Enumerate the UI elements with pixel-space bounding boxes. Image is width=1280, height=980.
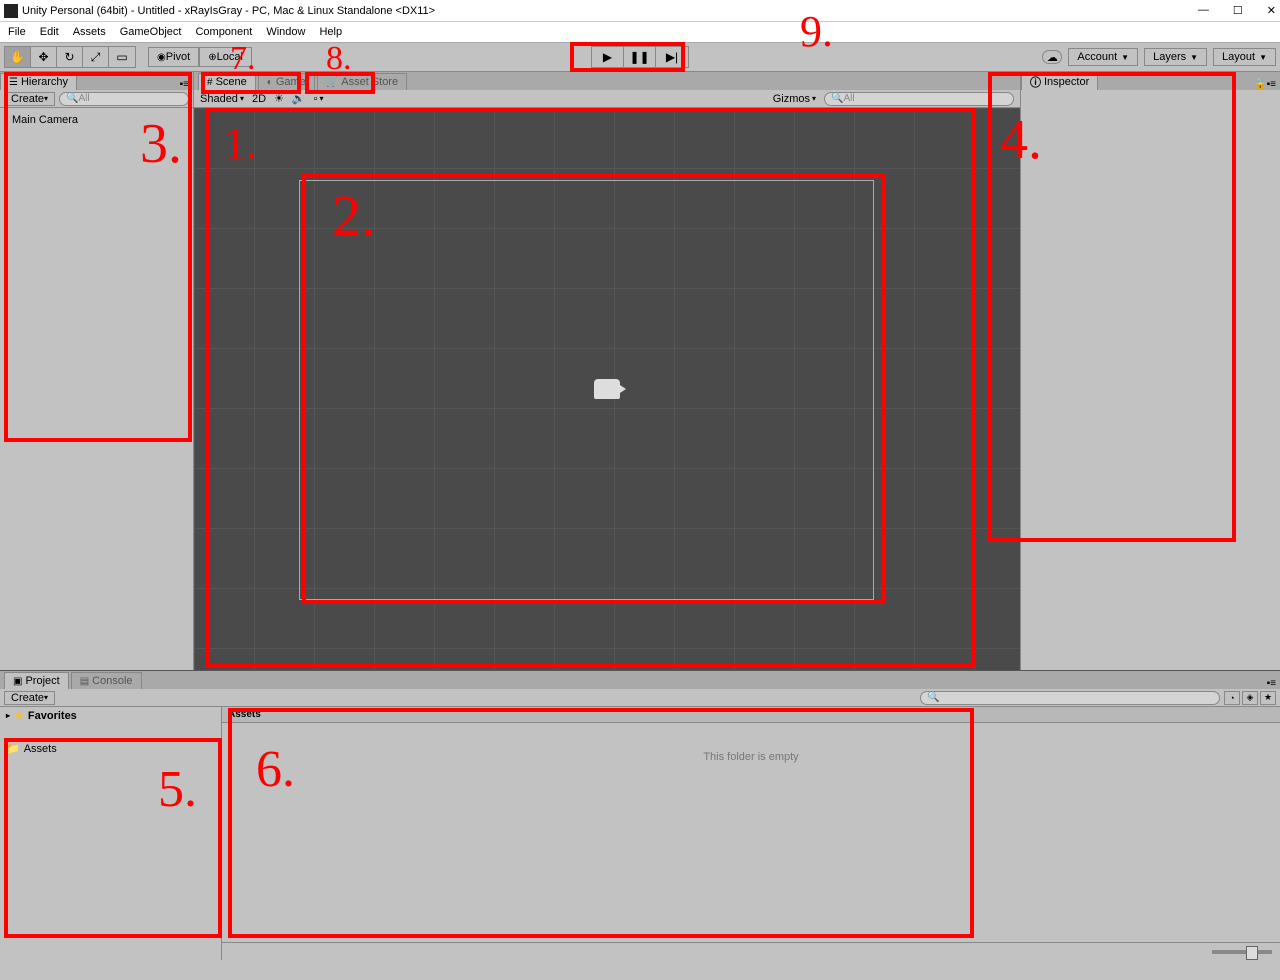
gizmos-dropdown[interactable]: Gizmos ▾	[773, 93, 816, 105]
maximize-button[interactable]: ☐	[1233, 4, 1243, 17]
project-tree: ▸★ Favorites 📁 Assets	[0, 707, 222, 960]
inspector-options-icon[interactable]: 🔒▪≡	[1250, 79, 1280, 90]
cloud-icon[interactable]: ☁	[1042, 50, 1062, 64]
hand-tool[interactable]: ✋	[5, 47, 31, 67]
unity-logo-icon	[4, 4, 18, 18]
game-tab[interactable]: ◐ Game	[258, 73, 315, 90]
scene-tab[interactable]: # Scene	[198, 73, 256, 90]
menu-gameobject[interactable]: GameObject	[120, 26, 182, 38]
inspector-tab[interactable]: ⓘ Inspector	[1021, 73, 1098, 90]
pivot-toggle[interactable]: ◉ Pivot	[148, 47, 199, 67]
camera-gizmo-icon[interactable]	[594, 379, 620, 399]
search-label-icon[interactable]: ◈	[1242, 691, 1258, 705]
hierarchy-options-icon[interactable]: ▪≡	[176, 79, 193, 90]
project-footer	[222, 942, 1280, 960]
step-button[interactable]: ▶|	[656, 47, 688, 67]
project-search-input[interactable]: 🔍	[920, 691, 1220, 705]
pause-button[interactable]: ❚❚	[624, 47, 656, 67]
hierarchy-list: Main Camera	[0, 108, 193, 670]
fx-toggle-icon[interactable]: ▫ ▾	[314, 93, 324, 105]
audio-toggle-icon[interactable]: 🔊	[292, 92, 306, 105]
layers-dropdown[interactable]: Layers ▼	[1144, 48, 1207, 66]
lighting-toggle-icon[interactable]: ☀	[274, 92, 284, 105]
search-filter-icon[interactable]: ◔	[1224, 691, 1240, 705]
title-bar: Unity Personal (64bit) - Untitled - xRay…	[0, 0, 1280, 22]
scale-tool[interactable]: ⤢	[83, 47, 109, 67]
asset-store-tab[interactable]: 🛒 Asset Store	[317, 73, 407, 90]
play-controls: ▶ ❚❚ ▶|	[591, 46, 689, 68]
menu-window[interactable]: Window	[266, 26, 305, 38]
menu-edit[interactable]: Edit	[40, 26, 59, 38]
minimize-button[interactable]: —	[1198, 4, 1209, 17]
rect-tool[interactable]: ▭	[109, 47, 135, 67]
search-star-icon[interactable]: ★	[1260, 691, 1276, 705]
play-button[interactable]: ▶	[592, 47, 624, 67]
local-toggle[interactable]: ⊕ Local	[199, 47, 252, 67]
project-create-dropdown[interactable]: Create ▾	[4, 691, 55, 705]
transform-tools: ✋ ✥ ↻ ⤢ ▭	[4, 46, 136, 68]
project-panel: ▣ Project ▤ Console ▪≡ Create ▾ 🔍 ◔ ◈ ★ …	[0, 670, 1280, 960]
hierarchy-create-dropdown[interactable]: Create ▾	[4, 92, 55, 106]
empty-folder-label: This folder is empty	[222, 723, 1280, 942]
hierarchy-item[interactable]: Main Camera	[8, 112, 185, 128]
camera-frame	[299, 180, 874, 600]
assets-folder-item[interactable]: 📁 Assets	[0, 740, 221, 757]
window-title: Unity Personal (64bit) - Untitled - xRay…	[22, 5, 435, 17]
close-button[interactable]: ✕	[1267, 4, 1276, 17]
account-dropdown[interactable]: Account ▼	[1068, 48, 1138, 66]
shaded-dropdown[interactable]: Shaded ▾	[200, 93, 244, 105]
console-tab[interactable]: ▤ Console	[71, 672, 142, 689]
inspector-panel: ⓘ Inspector 🔒▪≡	[1020, 72, 1280, 670]
hierarchy-tab[interactable]: ☰ Hierarchy	[0, 73, 77, 90]
2d-toggle[interactable]: 2D	[252, 93, 266, 105]
project-breadcrumb[interactable]: Assets	[222, 707, 1280, 723]
rotate-tool[interactable]: ↻	[57, 47, 83, 67]
layout-dropdown[interactable]: Layout ▼	[1213, 48, 1276, 66]
hierarchy-search-input[interactable]: 🔍All	[59, 92, 189, 106]
move-tool[interactable]: ✥	[31, 47, 57, 67]
menu-bar: File Edit Assets GameObject Component Wi…	[0, 22, 1280, 42]
menu-component[interactable]: Component	[195, 26, 252, 38]
menu-file[interactable]: File	[8, 26, 26, 38]
inspector-body	[1021, 90, 1280, 670]
scene-search-input[interactable]: 🔍All	[824, 92, 1014, 106]
project-tab[interactable]: ▣ Project	[4, 672, 69, 689]
hierarchy-panel: ☰ Hierarchy ▪≡ Create ▾ 🔍All Main Camera	[0, 72, 194, 670]
thumbnail-size-slider[interactable]	[1212, 950, 1272, 954]
menu-help[interactable]: Help	[319, 26, 342, 38]
main-toolbar: ✋ ✥ ↻ ⤢ ▭ ◉ Pivot ⊕ Local ▶ ❚❚ ▶| ☁ Acco…	[0, 42, 1280, 72]
menu-assets[interactable]: Assets	[73, 26, 106, 38]
scene-view[interactable]	[194, 108, 1020, 670]
favorites-item[interactable]: ▸★ Favorites	[0, 707, 221, 724]
scene-panel: # Scene ◐ Game 🛒 Asset Store Shaded ▾ 2D…	[194, 72, 1020, 670]
project-options-icon[interactable]: ▪≡	[1263, 678, 1280, 689]
